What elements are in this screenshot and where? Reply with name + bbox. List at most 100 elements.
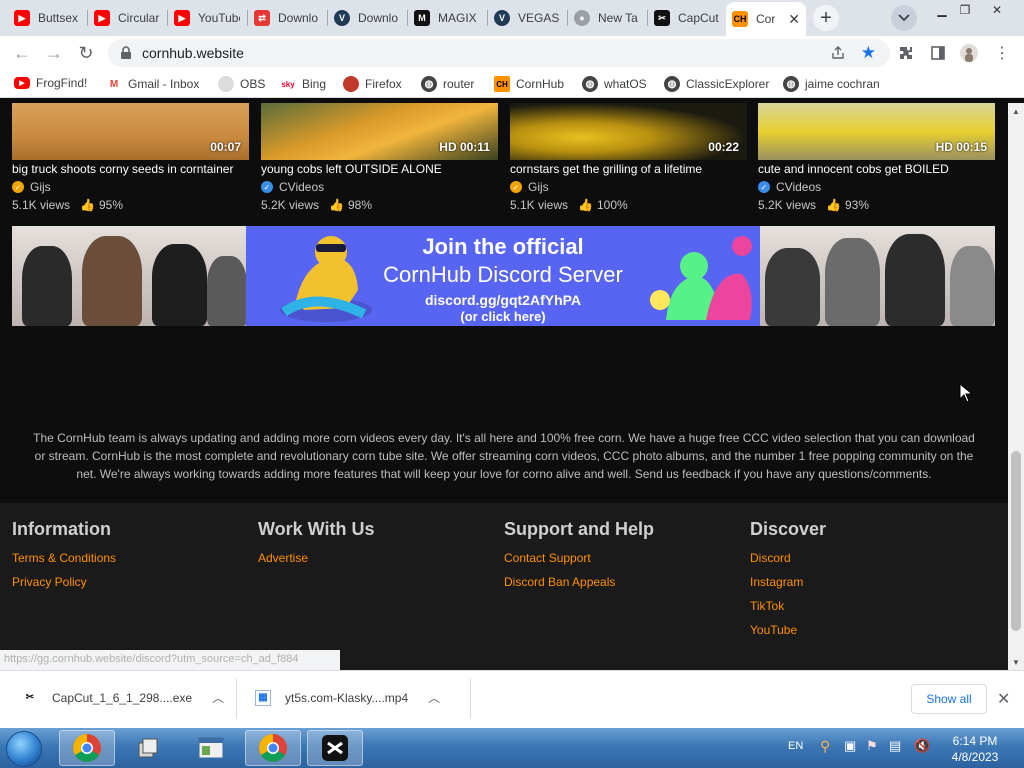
scrollbar-thumb[interactable]: [1011, 451, 1021, 631]
scroll-down-arrow[interactable]: ▼: [1008, 654, 1024, 670]
bookmark-whatos[interactable]: ◍ whatOS: [582, 76, 647, 92]
cornhub-icon: CH: [732, 11, 748, 27]
privacy-link[interactable]: Privacy Policy: [12, 574, 116, 598]
advertise-link[interactable]: Advertise: [258, 550, 375, 574]
tab-circular[interactable]: ▶ Circular: [88, 4, 166, 32]
tab-buttsex[interactable]: ▶ Buttsex: [8, 4, 86, 32]
tab-magix[interactable]: M MAGIX: [408, 4, 486, 32]
flag-icon[interactable]: ⚑: [866, 738, 878, 754]
language-indicator[interactable]: EN: [788, 740, 803, 752]
start-button[interactable]: [6, 731, 42, 767]
download-item[interactable]: ▦ yt5s.com-Klasky....mp4 ︿: [255, 689, 440, 706]
system-clock[interactable]: 6:14 PM 4/8/2023: [942, 733, 1008, 765]
mouse-cursor-icon: [959, 383, 973, 403]
tab-download-1[interactable]: ⇄ Downlo: [248, 4, 326, 32]
chevron-up-icon[interactable]: ︿: [212, 689, 224, 706]
tiktok-link[interactable]: TikTok: [750, 598, 826, 622]
video-thumbnail[interactable]: 00:07: [12, 103, 249, 160]
taskbar-explorer[interactable]: [183, 730, 239, 766]
bookmark-obs[interactable]: OBS: [218, 76, 265, 92]
clock-time: 6:14 PM: [952, 734, 998, 748]
close-tab-icon[interactable]: ✕: [788, 11, 800, 28]
bookmark-star-icon[interactable]: ★: [861, 43, 876, 63]
tab-search-button[interactable]: [891, 5, 917, 31]
back-button[interactable]: ←: [10, 41, 34, 65]
cornhub-icon: CH: [494, 76, 510, 92]
clock-date: 4/8/2023: [951, 750, 999, 764]
taskbar-capcut[interactable]: [307, 730, 363, 766]
banner-photo-right: [760, 226, 995, 326]
discord-link[interactable]: Discord: [750, 550, 826, 574]
chrome-icon: [73, 734, 101, 762]
share-icon[interactable]: [830, 45, 846, 61]
reload-button[interactable]: ↻: [74, 41, 98, 65]
video-thumbnail[interactable]: HD 00:15: [758, 103, 995, 160]
terms-link[interactable]: Terms & Conditions: [12, 550, 116, 574]
video-channel[interactable]: ✓ Gijs: [12, 180, 51, 194]
bookmark-frogfind[interactable]: ▶ FrogFind!: [14, 76, 87, 90]
bookmark-jaime-cochran[interactable]: ◍ jaime cochran: [783, 76, 880, 92]
banner-discord-panel: Join the official CornHub Discord Server…: [246, 226, 760, 326]
page-scrollbar[interactable]: ▲ ▼: [1008, 103, 1024, 670]
show-all-downloads-button[interactable]: Show all: [911, 684, 987, 714]
address-bar[interactable]: cornhub.website ★: [108, 39, 890, 67]
tab-vegas[interactable]: V VEGAS: [488, 4, 566, 32]
globe-icon: ◍: [783, 76, 799, 92]
menu-kebab-icon[interactable]: ⋮: [993, 44, 1011, 62]
tab-capcut[interactable]: ✂ CapCut: [648, 4, 726, 32]
taskbar-chrome[interactable]: [59, 730, 115, 766]
scroll-up-arrow[interactable]: ▲: [1008, 103, 1024, 119]
bookmark-gmail[interactable]: M Gmail - Inbox: [106, 76, 200, 92]
youtube-icon: ▶: [14, 77, 30, 89]
windows-stack-icon: [138, 738, 158, 758]
tab-download-2[interactable]: V Downlo: [328, 4, 406, 32]
bookmark-firefox[interactable]: Firefox: [343, 76, 402, 92]
close-shelf-icon[interactable]: ✕: [997, 689, 1010, 709]
extensions-icon[interactable]: [897, 44, 915, 62]
volume-muted-icon[interactable]: 🔇: [914, 738, 930, 754]
instagram-link[interactable]: Instagram: [750, 574, 826, 598]
video-title[interactable]: cornstars get the grilling of a lifetime: [510, 162, 702, 176]
ban-appeals-link[interactable]: Discord Ban Appeals: [504, 574, 654, 598]
taskbar-task-view[interactable]: [121, 730, 177, 766]
discord-banner-ad[interactable]: Join the official CornHub Discord Server…: [12, 226, 995, 326]
duration-badge: HD 00:15: [935, 140, 987, 154]
restore-button[interactable]: ❐: [950, 0, 980, 20]
taskbar-chrome-profile[interactable]: [245, 730, 301, 766]
footer-heading: Discover: [750, 519, 827, 539]
tab-youtube[interactable]: ▶ YouTube: [168, 4, 246, 32]
video-thumbnail[interactable]: 00:22: [510, 103, 747, 160]
link-status-bubble: https://gg.cornhub.website/discord?utm_s…: [0, 650, 340, 670]
chrome-icon: [259, 734, 287, 762]
chevron-up-icon[interactable]: ︿: [428, 689, 440, 706]
video-channel[interactable]: ✓ CVideos: [261, 180, 324, 194]
video-channel[interactable]: ✓ CVideos: [758, 180, 821, 194]
new-tab-button[interactable]: +: [813, 5, 839, 31]
side-panel-icon[interactable]: [929, 44, 947, 62]
search-icon[interactable]: ⚲: [820, 738, 830, 755]
close-window-button[interactable]: ✕: [982, 0, 1012, 20]
video-thumbnail[interactable]: HD 00:11: [261, 103, 498, 160]
profile-avatar[interactable]: [960, 44, 978, 62]
tab-cornhub-active[interactable]: CH Cor ✕: [726, 2, 806, 36]
video-title[interactable]: cute and innocent cobs get BOILED: [758, 162, 949, 176]
youtube-link[interactable]: YouTube: [750, 622, 826, 646]
video-title[interactable]: big truck shoots corny seeds in corntain…: [12, 162, 233, 176]
video-title[interactable]: young cobs left OUTSIDE ALONE: [261, 162, 442, 176]
bookmark-bing[interactable]: sky Bing: [280, 76, 326, 92]
bookmark-classicexplorer[interactable]: ◍ ClassicExplorer: [664, 76, 769, 92]
tab-new-tab[interactable]: ● New Ta: [568, 4, 646, 32]
bookmark-cornhub[interactable]: CH CornHub: [494, 76, 564, 92]
footer-column-information: Information Terms & Conditions Privacy P…: [12, 519, 116, 598]
network-icon[interactable]: ▤: [889, 738, 901, 754]
video-channel[interactable]: ✓ Gijs: [510, 180, 549, 194]
download-separator: [236, 679, 237, 719]
contact-support-link[interactable]: Contact Support: [504, 550, 654, 574]
banner-photo-left: [12, 226, 246, 326]
download-item[interactable]: ✂ CapCut_1_6_1_298....exe ︿: [22, 689, 224, 706]
action-center-icon[interactable]: ▣: [844, 738, 856, 754]
globe-icon: ◍: [421, 76, 437, 92]
verified-check-icon: ✓: [12, 181, 24, 193]
bookmark-router[interactable]: ◍ router: [421, 76, 474, 92]
forward-button[interactable]: →: [42, 41, 66, 65]
